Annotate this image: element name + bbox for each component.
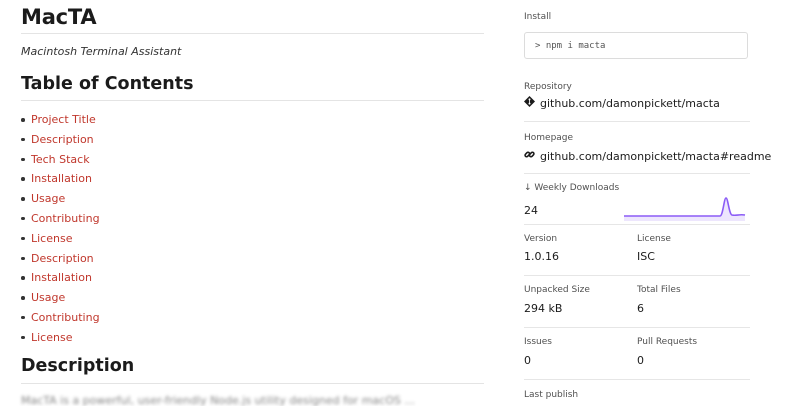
toc-link-installation[interactable]: Installation: [31, 172, 92, 185]
toc-link-license-2[interactable]: License: [31, 331, 72, 344]
version-label: Version: [524, 234, 558, 244]
toc-heading: Table of Contents: [21, 74, 194, 94]
package-title: MacTA: [21, 5, 97, 29]
toc-item: Description: [21, 251, 100, 271]
description-heading: Description: [21, 356, 135, 376]
toc-item: Tech Stack: [21, 152, 100, 172]
toc-item: Installation: [21, 171, 100, 191]
weekly-downloads-value: 24: [524, 204, 538, 217]
pull-requests-label: Pull Requests: [637, 337, 698, 347]
install-label: Install: [524, 12, 552, 22]
toc-link-project-title[interactable]: Project Title: [31, 113, 96, 126]
toc-item: Installation: [21, 270, 100, 290]
toc-link-usage[interactable]: Usage: [31, 192, 65, 205]
last-publish-label: Last publish: [524, 390, 579, 400]
version-value: 1.0.16: [524, 250, 559, 263]
divider: [524, 121, 750, 122]
license-label: License: [637, 234, 671, 244]
pull-requests-value: 0: [637, 354, 644, 367]
git-diamond-icon: [523, 95, 536, 110]
toc-link-installation-2[interactable]: Installation: [31, 271, 92, 284]
unpacked-size-label: Unpacked Size: [524, 285, 590, 295]
repository-link[interactable]: github.com/damonpickett/macta: [540, 97, 720, 110]
downloads-sparkline: [624, 197, 746, 221]
issues-label: Issues: [524, 337, 552, 347]
link-icon: [524, 149, 536, 163]
divider: [524, 275, 750, 276]
toc-item: Project Title: [21, 112, 100, 132]
toc-link-contributing-2[interactable]: Contributing: [31, 311, 100, 324]
toc-item: License: [21, 330, 100, 350]
divider: [524, 327, 750, 328]
license-value: ISC: [637, 250, 655, 263]
homepage-label: Homepage: [524, 133, 574, 143]
repository-link-row[interactable]: github.com/damonpickett/macta: [523, 95, 720, 110]
toc-item: License: [21, 231, 100, 251]
toc-link-license[interactable]: License: [31, 232, 72, 245]
toc-link-tech-stack[interactable]: Tech Stack: [31, 153, 90, 166]
package-tagline: Macintosh Terminal Assistant: [21, 45, 182, 58]
toc-link-contributing[interactable]: Contributing: [31, 212, 100, 225]
divider: [21, 33, 484, 34]
total-files-label: Total Files: [637, 285, 681, 295]
total-files-value: 6: [637, 302, 644, 315]
description-text: MacTA is a powerful, user-friendly Node.…: [21, 394, 415, 406]
unpacked-size-value: 294 kB: [524, 302, 563, 315]
install-command-box[interactable]: > npm i macta: [524, 32, 748, 59]
toc-link-usage-2[interactable]: Usage: [31, 291, 65, 304]
toc-item: Usage: [21, 191, 100, 211]
toc-item: Usage: [21, 290, 100, 310]
toc-item: Contributing: [21, 211, 100, 231]
divider: [21, 100, 484, 101]
weekly-downloads-label: ↓ Weekly Downloads: [524, 183, 620, 193]
toc-link-description-2[interactable]: Description: [31, 252, 94, 265]
divider: [524, 224, 750, 225]
issues-value: 0: [524, 354, 531, 367]
toc-list: Project Title Description Tech Stack Ins…: [21, 112, 100, 350]
divider: [524, 173, 750, 174]
divider: [524, 379, 750, 380]
toc-item: Contributing: [21, 310, 100, 330]
divider: [21, 383, 484, 384]
repository-label: Repository: [524, 82, 572, 92]
homepage-link[interactable]: github.com/damonpickett/macta#readme: [540, 150, 771, 163]
toc-link-description[interactable]: Description: [31, 133, 94, 146]
homepage-link-row[interactable]: github.com/damonpickett/macta#readme: [524, 149, 771, 163]
toc-item: Description: [21, 132, 100, 152]
